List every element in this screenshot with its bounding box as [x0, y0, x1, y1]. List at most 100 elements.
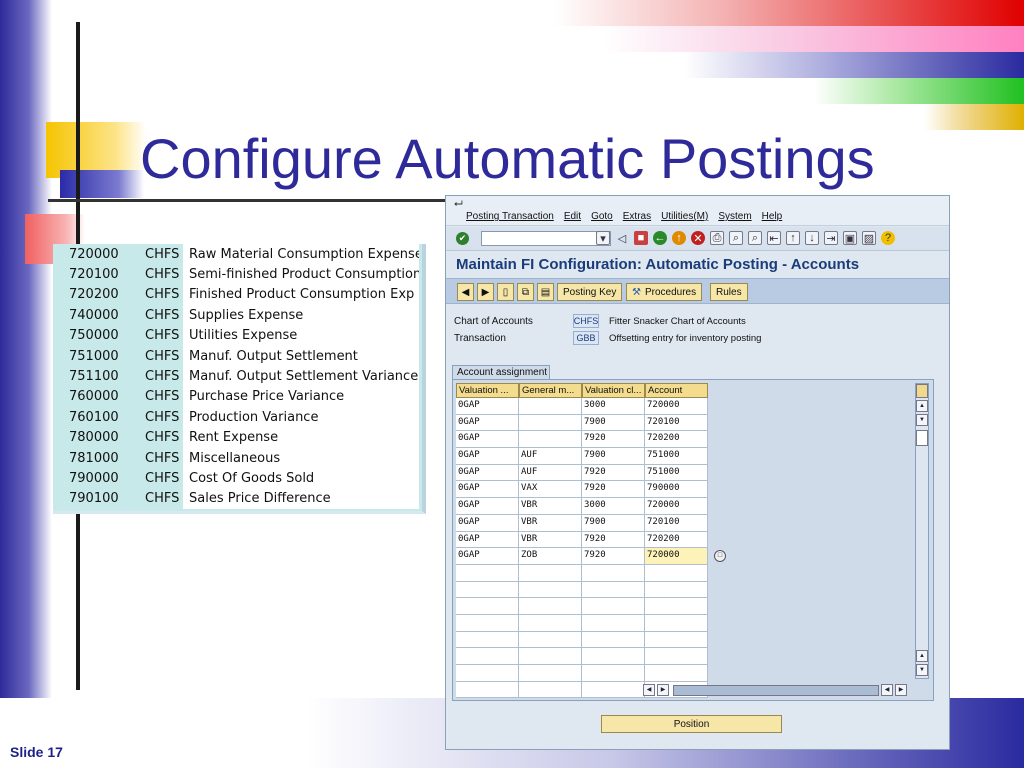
table-cell[interactable]: VBR: [519, 498, 582, 515]
help-icon[interactable]: ?: [881, 231, 895, 245]
table-cell[interactable]: [456, 631, 519, 649]
command-field[interactable]: [481, 231, 611, 246]
menu-item-edit[interactable]: Edit: [564, 211, 581, 222]
table-cell[interactable]: ZOB: [519, 548, 582, 565]
table-cell[interactable]: [582, 631, 645, 649]
table-cell[interactable]: [519, 614, 582, 632]
table-cell[interactable]: AUF: [519, 464, 582, 482]
table-cell[interactable]: 7920: [582, 531, 645, 549]
table-cell[interactable]: [456, 681, 519, 699]
menu-item-utilities-m[interactable]: Utilities(M): [661, 211, 708, 222]
table-cell[interactable]: VAX: [519, 481, 582, 499]
previous-entry-icon[interactable]: ◀: [457, 283, 474, 301]
table-cell[interactable]: 0GAP: [456, 448, 519, 465]
table-cell[interactable]: 790000: [645, 481, 708, 499]
table-cell[interactable]: 720200: [645, 531, 708, 549]
next-entry-icon[interactable]: ▶: [477, 283, 494, 301]
scroll-up-icon[interactable]: ▲: [916, 400, 928, 412]
column-header-1[interactable]: Valuation ...: [456, 383, 519, 398]
first-page-icon[interactable]: ⇤: [767, 231, 781, 245]
table-cell[interactable]: [645, 614, 708, 632]
table-cell[interactable]: 3000: [582, 398, 645, 415]
menu-item-extras[interactable]: Extras: [623, 211, 651, 222]
table-cell[interactable]: [519, 414, 582, 432]
table-cell[interactable]: 0GAP: [456, 531, 519, 549]
table-cell[interactable]: AUF: [519, 448, 582, 465]
table-cell[interactable]: [519, 631, 582, 649]
table-cell[interactable]: 7900: [582, 514, 645, 532]
table-cell[interactable]: 7920: [582, 431, 645, 449]
cell-value-help-icon[interactable]: □: [714, 550, 726, 562]
next-page-icon[interactable]: ↓: [805, 231, 819, 245]
table-cell[interactable]: 720100: [645, 414, 708, 432]
table-cell[interactable]: 7920: [582, 548, 645, 565]
menu-item-system[interactable]: System: [718, 211, 751, 222]
table-cell[interactable]: [645, 648, 708, 665]
table-cell[interactable]: [456, 564, 519, 582]
table-cell[interactable]: [519, 598, 582, 615]
procedures-button[interactable]: ⚒ Procedures: [626, 283, 703, 301]
table-cell[interactable]: 0GAP: [456, 398, 519, 415]
vertical-scroll-thumb[interactable]: [916, 430, 928, 446]
table-cell[interactable]: [582, 564, 645, 582]
table-cell[interactable]: [519, 665, 582, 682]
table-cell[interactable]: [582, 598, 645, 615]
find-next-icon[interactable]: ⌕: [748, 231, 762, 245]
table-cell[interactable]: 0GAP: [456, 414, 519, 432]
table-cell[interactable]: [645, 581, 708, 599]
table-cell[interactable]: 0GAP: [456, 498, 519, 515]
menu-item-help[interactable]: Help: [762, 211, 783, 222]
table-cell[interactable]: [519, 648, 582, 665]
scroll-right-icon[interactable]: ▶: [657, 684, 669, 696]
table-cell[interactable]: [456, 598, 519, 615]
table-cell[interactable]: [519, 431, 582, 449]
table-cell[interactable]: [645, 598, 708, 615]
new-session-icon[interactable]: ▣: [843, 231, 857, 245]
account-assignment-tab[interactable]: Account assignment: [452, 365, 550, 380]
horizontal-scroll-track[interactable]: [673, 685, 879, 696]
scroll-up-bottom-icon[interactable]: ▲: [916, 650, 928, 662]
command-dropdown-icon[interactable]: ▾: [596, 231, 610, 245]
print-icon[interactable]: ⎙: [710, 231, 724, 245]
scroll-right-end-icon[interactable]: ▶: [895, 684, 907, 696]
shortcut-icon[interactable]: ▨: [862, 231, 876, 245]
rules-button[interactable]: Rules: [710, 283, 748, 301]
column-header-4[interactable]: Account: [645, 383, 708, 398]
table-cell[interactable]: [645, 564, 708, 582]
table-cell[interactable]: 0GAP: [456, 431, 519, 449]
table-cell[interactable]: [519, 398, 582, 415]
table-cell[interactable]: 0GAP: [456, 481, 519, 499]
table-cell[interactable]: [519, 681, 582, 699]
menu-item-posting-transaction[interactable]: Posting Transaction: [466, 211, 554, 222]
vertical-scrollbar[interactable]: ▲ ▼ ▲ ▼: [915, 383, 929, 679]
table-cell[interactable]: 720000: [645, 398, 708, 415]
scroll-left-end-icon[interactable]: ◀: [881, 684, 893, 696]
column-header-2[interactable]: General m...: [519, 383, 582, 398]
table-cell[interactable]: 751000: [645, 448, 708, 465]
table-cell[interactable]: [582, 681, 645, 699]
cancel-icon[interactable]: ✕: [691, 231, 705, 245]
table-cell[interactable]: 720000: [645, 498, 708, 515]
table-cell[interactable]: [519, 564, 582, 582]
table-cell[interactable]: 720200: [645, 431, 708, 449]
save-icon[interactable]: ■: [634, 231, 648, 245]
table-settings-icon[interactable]: [916, 384, 928, 398]
new-document-icon[interactable]: ▯: [497, 283, 514, 301]
enter-icon[interactable]: ✔: [456, 232, 469, 245]
scroll-down-bottom-icon[interactable]: ▼: [916, 664, 928, 676]
chart-of-accounts-field[interactable]: CHFS: [573, 314, 599, 328]
position-button[interactable]: Position: [601, 715, 782, 733]
table-cell[interactable]: 0GAP: [456, 548, 519, 565]
table-cell[interactable]: [456, 648, 519, 665]
table-cell[interactable]: 7920: [582, 481, 645, 499]
table-cell[interactable]: [582, 665, 645, 682]
table-cell[interactable]: 7900: [582, 448, 645, 465]
menu-exit-icon[interactable]: ⮠: [454, 198, 463, 211]
column-header-3[interactable]: Valuation cl...: [582, 383, 645, 398]
find-icon[interactable]: ⌕: [729, 231, 743, 245]
table-cell[interactable]: 7900: [582, 414, 645, 432]
posting-key-button[interactable]: Posting Key: [557, 283, 623, 301]
table-cell[interactable]: 0GAP: [456, 464, 519, 482]
table-cell[interactable]: 0GAP: [456, 514, 519, 532]
table-cell[interactable]: [519, 581, 582, 599]
